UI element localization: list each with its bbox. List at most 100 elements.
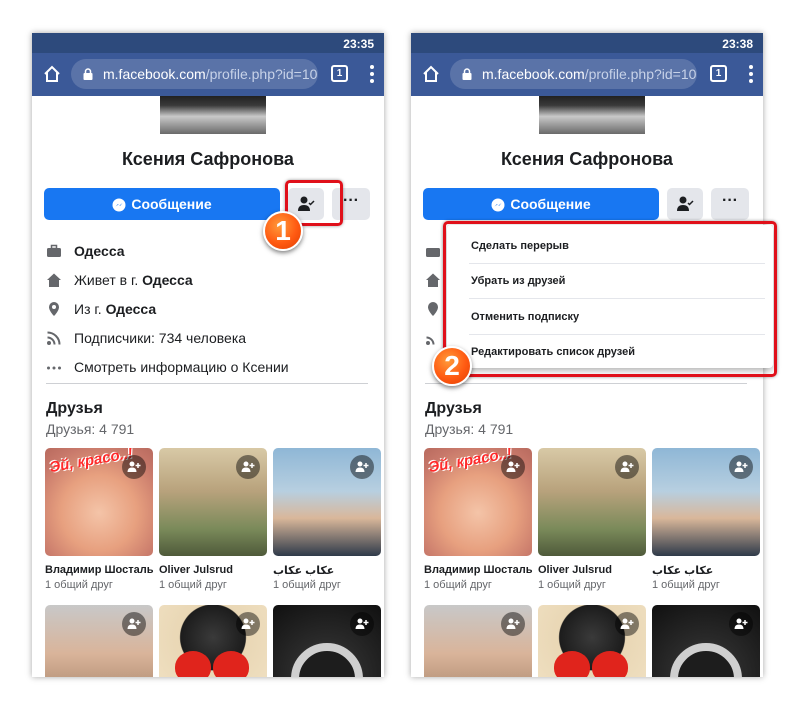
friend-mutual: 1 общий друг xyxy=(273,579,341,591)
add-friend-icon xyxy=(127,461,141,472)
add-friend-icon xyxy=(506,461,520,472)
friend-mutual: 1 общий друг xyxy=(424,579,492,591)
add-friend-icon xyxy=(355,618,369,629)
message-button-label: Сообщение xyxy=(131,196,212,212)
browser-toolbar: m.facebook.com/profile.php?id=10( 1 xyxy=(411,53,763,96)
profile-photo[interactable] xyxy=(539,96,645,134)
tab-count: 1 xyxy=(336,68,343,79)
screenshot-stage: 23:35 m.facebook.com/profile.php?id=10( … xyxy=(0,0,806,710)
add-friend-icon xyxy=(620,461,634,472)
friend-name[interactable]: Владимир Шосталь xyxy=(45,564,155,576)
more-button-label: ··· xyxy=(722,192,738,209)
friend-mutual: 1 общий друг xyxy=(45,579,113,591)
status-bar: 23:38 xyxy=(411,33,763,53)
friend-photo[interactable] xyxy=(538,605,646,677)
friend-photo[interactable] xyxy=(424,605,532,677)
briefcase-icon xyxy=(47,244,61,257)
location-pin-icon xyxy=(428,302,438,316)
friends-title: Друзья xyxy=(425,400,482,417)
add-friend-button[interactable] xyxy=(350,455,374,479)
url-host: m.facebook.com xyxy=(103,66,206,82)
step-badge-2: 2 xyxy=(432,346,472,386)
add-friend-icon xyxy=(734,461,748,472)
browser-toolbar: m.facebook.com/profile.php?id=10( 1 xyxy=(32,53,384,96)
friend-name[interactable]: Владимир Шосталь xyxy=(424,564,534,576)
messenger-icon xyxy=(112,198,126,212)
status-bar: 23:35 xyxy=(32,33,384,53)
friend-photo[interactable] xyxy=(159,605,267,677)
highlight-dropdown xyxy=(443,221,777,377)
add-friend-button[interactable] xyxy=(501,455,525,479)
friend-mutual: 1 общий друг xyxy=(538,579,606,591)
add-friend-button[interactable] xyxy=(729,455,753,479)
message-button-label: Сообщение xyxy=(510,196,591,212)
friend-photo[interactable] xyxy=(45,605,153,677)
url-field[interactable]: m.facebook.com/profile.php?id=10( xyxy=(450,59,697,89)
add-friend-button[interactable] xyxy=(350,612,374,636)
friend-photo[interactable] xyxy=(538,448,646,556)
overflow-menu-icon[interactable] xyxy=(366,63,378,85)
location-pin-icon xyxy=(49,302,59,316)
info-from-city: Одесса xyxy=(105,301,157,317)
overflow-menu-icon[interactable] xyxy=(745,63,757,85)
friends-count: Друзья: 4 791 xyxy=(46,421,135,437)
add-friend-button[interactable] xyxy=(236,455,260,479)
more-button[interactable]: ··· xyxy=(711,188,749,220)
friend-name[interactable]: عكاب عكاب xyxy=(273,564,383,577)
add-friend-button[interactable] xyxy=(615,612,639,636)
add-friend-icon xyxy=(355,461,369,472)
briefcase-icon xyxy=(426,248,440,257)
sticker-text: Эй, красо..! xyxy=(427,448,514,477)
tab-count: 1 xyxy=(715,68,722,79)
lock-icon xyxy=(83,68,93,80)
message-button[interactable]: Сообщение xyxy=(423,188,659,220)
sticker-text: Эй, красо..! xyxy=(48,448,135,477)
friend-photo[interactable] xyxy=(652,605,760,677)
messenger-icon xyxy=(491,198,505,212)
status-time: 23:38 xyxy=(722,37,753,51)
profile-photo[interactable] xyxy=(160,96,266,134)
friend-photo[interactable] xyxy=(652,448,760,556)
info-lives-city: Одесса xyxy=(142,272,193,288)
add-friend-icon xyxy=(127,618,141,629)
friend-check-icon xyxy=(677,196,694,211)
friend-photo[interactable]: Эй, красо..! xyxy=(45,448,153,556)
add-friend-button[interactable] xyxy=(615,455,639,479)
url-host: m.facebook.com xyxy=(482,66,585,82)
add-friend-button[interactable] xyxy=(122,612,146,636)
add-friend-button[interactable] xyxy=(729,612,753,636)
friend-photo[interactable] xyxy=(273,605,381,677)
divider xyxy=(425,383,747,384)
add-friend-button[interactable] xyxy=(122,455,146,479)
friend-name[interactable]: عكاب عكاب xyxy=(652,564,762,577)
add-friend-button[interactable] xyxy=(236,612,260,636)
home-icon[interactable] xyxy=(42,64,62,84)
phone-screen-left: 23:35 m.facebook.com/profile.php?id=10( … xyxy=(32,33,384,677)
add-friend-button[interactable] xyxy=(501,612,525,636)
add-friend-icon xyxy=(506,618,520,629)
url-path: /profile.php?id=10( xyxy=(205,66,318,82)
lock-icon xyxy=(462,68,472,80)
rss-icon xyxy=(47,331,61,345)
url-field[interactable]: m.facebook.com/profile.php?id=10( xyxy=(71,59,318,89)
url-path: /profile.php?id=10( xyxy=(584,66,697,82)
add-friend-icon xyxy=(241,618,255,629)
tabs-icon[interactable]: 1 xyxy=(331,65,348,82)
add-friend-icon xyxy=(734,618,748,629)
house-icon xyxy=(47,273,61,287)
more-button-label: ··· xyxy=(343,192,359,209)
friends-button[interactable] xyxy=(667,188,703,220)
house-icon xyxy=(426,273,440,287)
friend-mutual: 1 общий друг xyxy=(159,579,227,591)
friend-name[interactable]: Oliver Julsrud xyxy=(538,564,648,576)
friend-photo[interactable]: Эй, красо..! xyxy=(424,448,532,556)
friend-photo[interactable] xyxy=(273,448,381,556)
friend-name[interactable]: Oliver Julsrud xyxy=(159,564,269,576)
friend-photo[interactable] xyxy=(159,448,267,556)
message-button[interactable]: Сообщение xyxy=(44,188,280,220)
profile-page: Ксения Сафронова Сообщение ··· Друзья Др… xyxy=(411,96,763,677)
home-icon[interactable] xyxy=(421,64,441,84)
tabs-icon[interactable]: 1 xyxy=(710,65,727,82)
more-dots-icon xyxy=(47,366,61,370)
step-badge-1: 1 xyxy=(263,211,303,251)
